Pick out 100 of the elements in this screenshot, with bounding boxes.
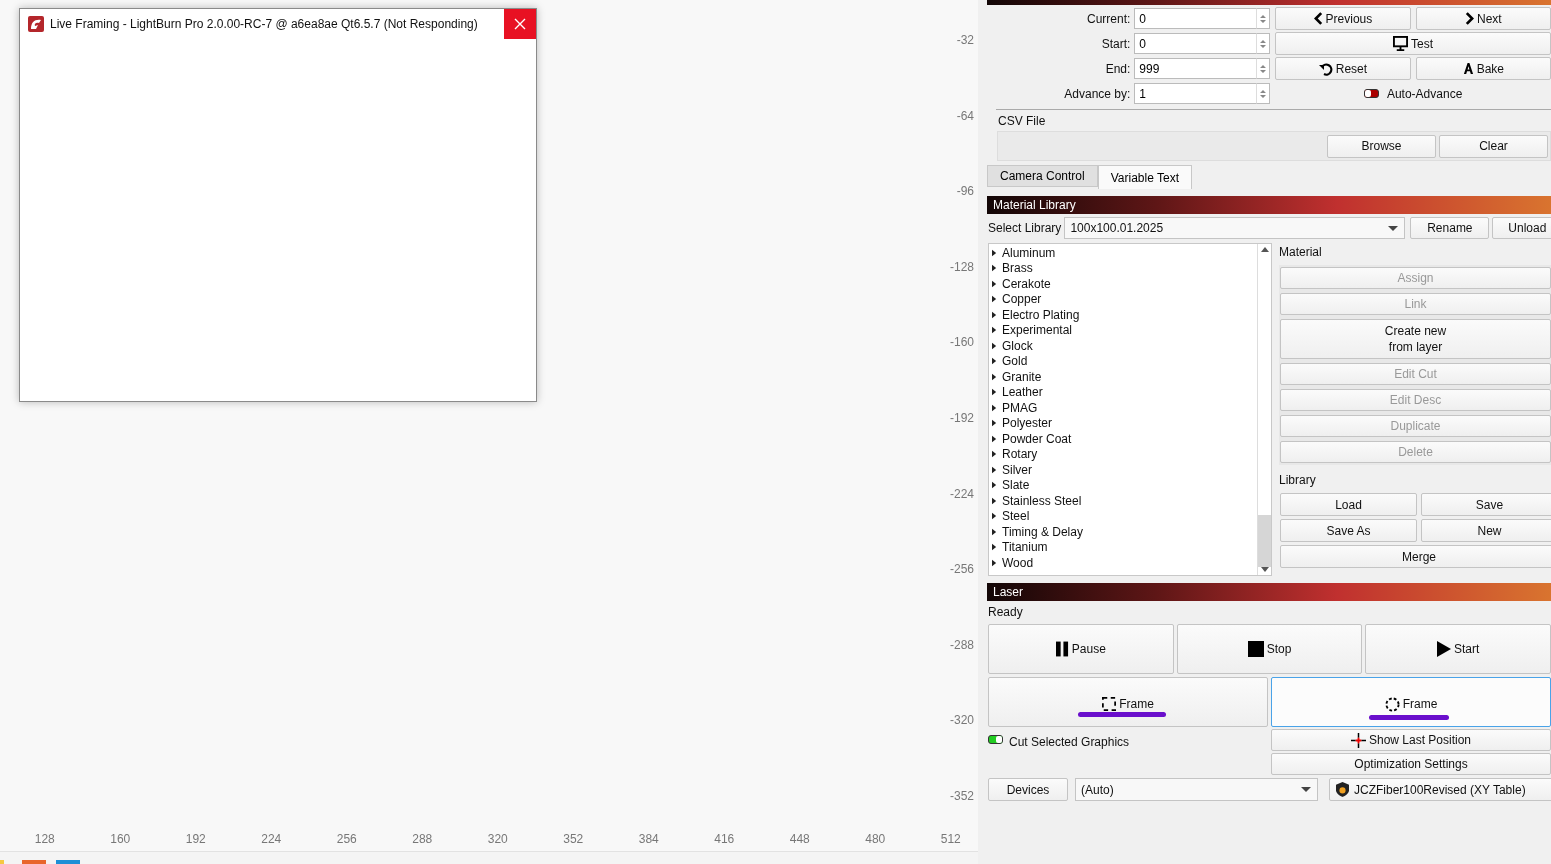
tree-item[interactable]: Aluminum [989, 245, 1257, 261]
unload-button[interactable]: Unload [1492, 217, 1551, 239]
number-field[interactable]: 0 [1134, 8, 1257, 29]
start-button[interactable]: Start [1365, 624, 1551, 674]
expand-arrow-icon[interactable] [992, 403, 997, 412]
clear-button[interactable]: Clear [1439, 134, 1548, 158]
section-label: Material [1279, 244, 1323, 259]
spin-arrows-icon[interactable] [1256, 33, 1271, 54]
scrollbar-thumb[interactable] [1258, 515, 1271, 567]
expand-arrow-icon[interactable] [992, 543, 997, 552]
tree-item[interactable]: Powder Coat [989, 431, 1257, 447]
tree-item[interactable]: Stainless Steel [989, 493, 1257, 509]
section-label: CSV File [997, 113, 1047, 128]
expand-arrow-icon[interactable] [992, 388, 997, 397]
rename-button[interactable]: Rename [1410, 217, 1490, 239]
expand-arrow-icon[interactable] [992, 527, 997, 536]
port-dropdown[interactable]: (Auto) [1075, 778, 1318, 801]
tree-item[interactable]: Titanium [989, 539, 1257, 555]
panel-tab[interactable]: Variable Text [1097, 165, 1192, 189]
tree-item[interactable]: Leather [989, 384, 1257, 400]
tree-item[interactable]: Slate [989, 477, 1257, 493]
spin-arrows-icon[interactable] [1256, 58, 1271, 79]
tree-item[interactable]: Polyester [989, 415, 1257, 431]
scroll-up-icon[interactable] [1260, 247, 1269, 252]
pause-icon [1055, 641, 1069, 657]
expand-arrow-icon[interactable] [992, 419, 997, 428]
frame-button[interactable]: Frame [988, 677, 1268, 727]
library-button[interactable]: New [1421, 519, 1551, 542]
expand-arrow-icon[interactable] [992, 248, 997, 257]
ruler-label: -160 [949, 335, 974, 350]
number-field[interactable]: 999 [1134, 58, 1257, 79]
chevron-right-icon [1465, 12, 1474, 25]
expand-arrow-icon[interactable] [992, 481, 997, 490]
ruler-label: -224 [949, 486, 974, 501]
tree-item[interactable]: Copper [989, 291, 1257, 307]
expand-arrow-icon[interactable] [992, 279, 997, 288]
expand-arrow-icon[interactable] [992, 372, 997, 381]
devices-button[interactable]: Devices [988, 778, 1068, 801]
spin-arrows-icon[interactable] [1256, 8, 1271, 29]
scrollbar[interactable] [1257, 244, 1271, 575]
tree-item[interactable]: Glock [989, 338, 1257, 354]
frame-button[interactable]: Frame [1271, 677, 1551, 727]
tree-item[interactable]: Experimental [989, 322, 1257, 338]
expand-arrow-icon[interactable] [992, 357, 997, 366]
tree-item[interactable]: Silver [989, 462, 1257, 478]
spin-arrows-icon[interactable] [1256, 83, 1271, 104]
expand-arrow-icon[interactable] [992, 512, 997, 521]
expand-arrow-icon[interactable] [992, 341, 997, 350]
status-text: Ready [987, 604, 1024, 619]
tree-item[interactable]: PMAG [989, 400, 1257, 416]
material-button[interactable]: Create new from layer [1280, 319, 1551, 359]
color-swatch-icon [56, 860, 80, 864]
tree-item[interactable]: Wood [989, 555, 1257, 571]
device-selector[interactable]: JCZFiber100Revised (XY Table) [1329, 778, 1551, 801]
close-button[interactable] [504, 9, 536, 39]
auto-advance-toggle[interactable] [1363, 89, 1379, 98]
expand-arrow-icon[interactable] [992, 264, 997, 273]
tree-item[interactable]: Cerakote [989, 276, 1257, 292]
library-button[interactable]: Save [1421, 493, 1551, 516]
ruler-label: 288 [411, 832, 434, 846]
tree-item[interactable]: Electro Plating [989, 307, 1257, 323]
ruler-label: -320 [949, 713, 974, 728]
number-field[interactable]: 1 [1134, 83, 1257, 104]
tree-item[interactable]: Brass [989, 260, 1257, 276]
ruler-label: 448 [788, 832, 811, 846]
field-label: Start: [1100, 36, 1132, 51]
library-button[interactable]: Load [1280, 493, 1417, 516]
expand-arrow-icon[interactable] [992, 465, 997, 474]
expand-arrow-icon[interactable] [992, 295, 997, 304]
library-button[interactable]: Merge [1280, 545, 1551, 568]
pause-button[interactable]: Pause [988, 624, 1174, 674]
tree-item[interactable]: Steel [989, 508, 1257, 524]
next-button[interactable]: Next [1415, 7, 1551, 30]
optimization-settings-button[interactable]: Optimization Settings [1271, 753, 1551, 775]
expand-arrow-icon[interactable] [992, 496, 997, 505]
tree-item[interactable]: Rotary [989, 446, 1257, 462]
ruler-label: -288 [949, 637, 974, 652]
tree-item[interactable]: Timing & Delay [989, 524, 1257, 540]
expand-arrow-icon[interactable] [992, 450, 997, 459]
bake-button[interactable]: Bake [1415, 57, 1551, 80]
stop-button[interactable]: Stop [1176, 624, 1363, 674]
reset-button[interactable]: Reset [1275, 57, 1411, 80]
library-dropdown[interactable]: 100x100.01.2025 [1064, 217, 1406, 239]
expand-arrow-icon[interactable] [992, 310, 997, 319]
expand-arrow-icon[interactable] [992, 558, 997, 567]
cut-selected-toggle[interactable] [988, 735, 1003, 744]
library-button[interactable]: Save As [1280, 519, 1417, 542]
field-label: End: [1104, 61, 1132, 76]
show-last-position-button[interactable]: Show Last Position [1271, 729, 1551, 751]
expand-arrow-icon[interactable] [992, 434, 997, 443]
select-library-label: Select Library [988, 221, 1062, 235]
tree-item[interactable]: Gold [989, 353, 1257, 369]
number-field[interactable]: 0 [1134, 33, 1257, 54]
previous-button[interactable]: Previous [1275, 7, 1411, 30]
expand-arrow-icon[interactable] [992, 326, 997, 335]
test-button[interactable]: Test [1275, 32, 1551, 55]
panel-tab[interactable]: Camera Control [987, 165, 1098, 187]
tree-item[interactable]: Granite [989, 369, 1257, 385]
browse-button[interactable]: Browse [1327, 134, 1436, 158]
ruler-label: 416 [713, 832, 736, 846]
